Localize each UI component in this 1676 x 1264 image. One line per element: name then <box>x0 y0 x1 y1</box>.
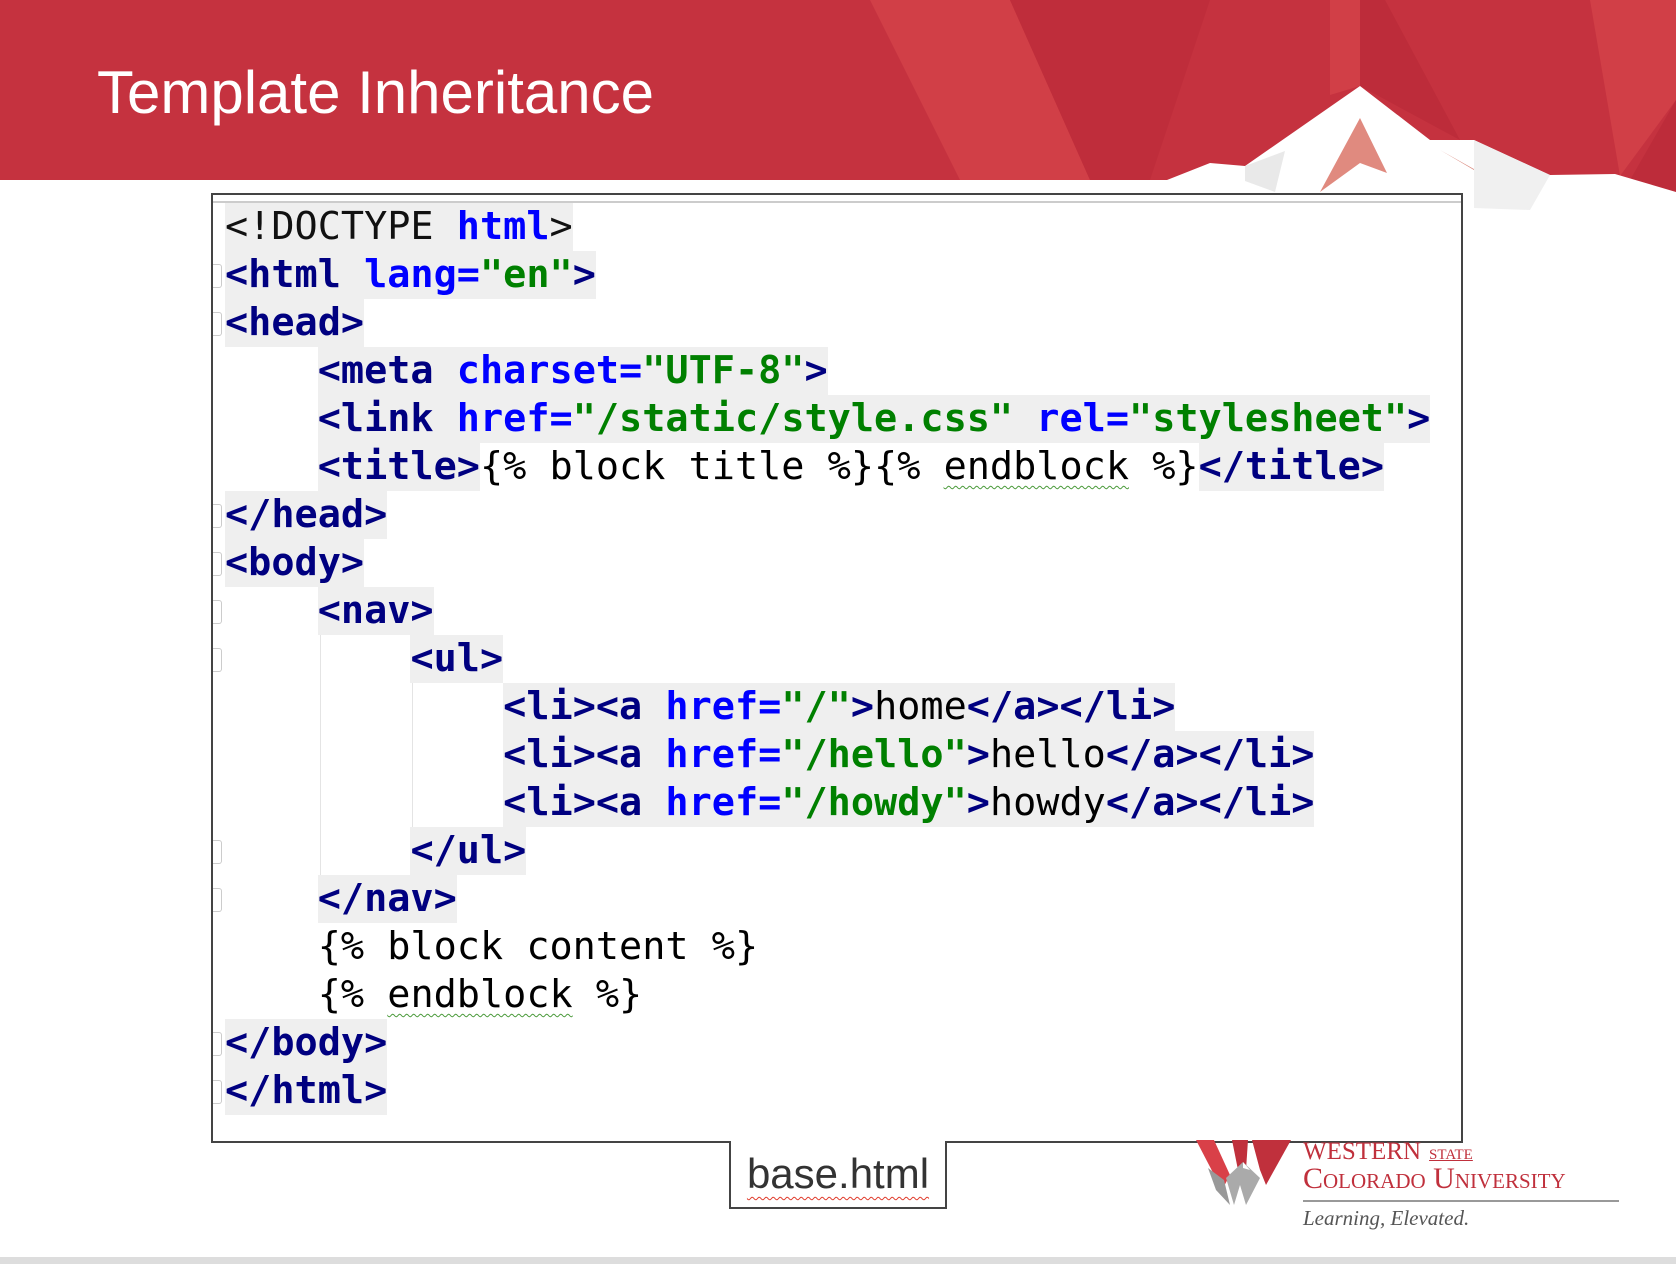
code-token-tag: <body> <box>225 539 365 587</box>
code-token-text: %} <box>1129 444 1199 489</box>
code-line: <body> <box>213 539 1430 587</box>
code-token-tag: > <box>966 779 990 827</box>
fold-marker-icon[interactable] <box>213 264 222 288</box>
code-line: <li><a href="/hello">hello</a></li> <box>225 731 1430 779</box>
code-token-attr: href= <box>665 683 782 731</box>
code-token-tag: </title> <box>1198 443 1384 491</box>
code-token-tag: > <box>1407 395 1431 443</box>
code-token-val: "/" <box>781 683 851 731</box>
code-token-tag: <head> <box>225 299 365 347</box>
code-line: <!DOCTYPE html> <box>225 203 1430 251</box>
fold-marker-icon[interactable] <box>213 648 222 672</box>
code-token-tag: > <box>572 251 596 299</box>
code-lines: <!DOCTYPE html> <html lang="en"> <head> <me… <box>213 203 1431 1115</box>
logo-state: STATE <box>1429 1147 1473 1163</box>
fold-marker-icon[interactable] <box>213 1032 222 1056</box>
indent-guide <box>319 635 321 875</box>
code-token-tag: > <box>850 683 875 731</box>
code-token-text: {% <box>317 972 388 1017</box>
code-line: <li><a href="/">home</a></li> <box>225 683 1430 731</box>
code-token-text: {% block content %} <box>317 924 759 969</box>
code-token-text: hello <box>989 731 1106 779</box>
code-token-tag: <li><a <box>503 683 666 731</box>
fold-marker-icon[interactable] <box>213 552 222 576</box>
w-mountain-logo-icon <box>1196 1140 1291 1205</box>
fold-marker-icon[interactable] <box>213 840 222 864</box>
code-token-val: "en" <box>479 251 573 299</box>
code-token-val: "/howdy" <box>781 779 967 827</box>
fold-marker-icon[interactable] <box>213 1080 222 1104</box>
code-token-tag: <title> <box>317 443 480 491</box>
code-token-tag: > <box>804 347 828 395</box>
code-token-text: home <box>874 683 967 731</box>
code-token-tag: </html> <box>225 1067 388 1115</box>
code-token-tag: <meta <box>317 347 457 395</box>
code-token-attr: href= <box>456 395 573 443</box>
code-line: </ul> <box>213 827 1430 875</box>
code-token-tag: <ul> <box>410 635 504 683</box>
code-token-text: {% block title %}{% <box>479 444 944 489</box>
code-line: <title>{% block title %}{% endblock %}</… <box>225 443 1430 491</box>
code-token-attr: lang= <box>364 251 480 299</box>
code-token-attr: href= <box>665 731 782 779</box>
code-token-tag: <li><a <box>503 731 666 779</box>
code-line: </body> <box>213 1019 1430 1067</box>
code-line: <nav> <box>213 587 1430 635</box>
logo-colorado-university: Colorado University <box>1303 1162 1566 1195</box>
code-token-text: howdy <box>989 779 1106 827</box>
code-line: </html> <box>213 1067 1430 1115</box>
code-line: {% block content %} <box>225 923 1430 971</box>
code-line: </nav> <box>213 875 1430 923</box>
fold-marker-icon[interactable] <box>213 600 222 624</box>
fold-marker-icon[interactable] <box>213 888 222 912</box>
code-line: <head> <box>213 299 1430 347</box>
slide-bottom-bar <box>0 1257 1676 1264</box>
code-token-val: "/static/style.css" <box>572 395 1037 443</box>
code-token-tag: </nav> <box>317 875 457 923</box>
code-token-squig: endblock <box>387 972 573 1017</box>
code-line: <link href="/static/style.css" rel="styl… <box>225 395 1431 443</box>
code-token-attr: html <box>456 203 550 251</box>
code-token-tag: <nav> <box>317 587 434 635</box>
code-token-tag: </head> <box>225 491 388 539</box>
code-line: <meta charset="UTF-8"> <box>225 347 1430 395</box>
university-logo: Western STATE Colorado University Learnin… <box>1196 1138 1636 1240</box>
code-line: {% endblock %} <box>225 971 1430 1019</box>
code-token-squig: endblock <box>943 444 1130 489</box>
fold-marker-icon[interactable] <box>213 504 222 528</box>
code-line: <ul> <box>213 635 1430 683</box>
code-line: </head> <box>213 491 1430 539</box>
code-token-tag: </a></li> <box>1105 779 1315 827</box>
code-token-plain: > <box>549 203 573 251</box>
logo-tagline: Learning, Elevated. <box>1303 1206 1470 1230</box>
code-line: <html lang="en"> <box>213 251 1430 299</box>
code-token-tag: </a></li> <box>1105 731 1315 779</box>
file-name-label: base.html <box>729 1141 947 1209</box>
code-editor-screenshot: <!DOCTYPE html> <html lang="en"> <head> <me… <box>211 193 1463 1143</box>
code-token-tag: <li><a <box>503 779 666 827</box>
code-token-tag: <html <box>225 251 365 299</box>
code-token-tag: </a></li> <box>966 683 1176 731</box>
code-token-tag: </ul> <box>410 827 527 875</box>
code-token-attr: href= <box>665 779 782 827</box>
indent-guide <box>412 683 414 827</box>
fold-marker-icon[interactable] <box>213 312 222 336</box>
code-token-plain: <!DOCTYPE <box>225 203 457 251</box>
code-token-val: "UTF-8" <box>642 347 805 395</box>
slide-title: Template Inheritance <box>97 59 654 126</box>
code-token-attr: rel= <box>1036 395 1130 443</box>
code-token-val: "/hello" <box>781 731 967 779</box>
code-token-val: "stylesheet" <box>1129 395 1408 443</box>
code-token-tag: > <box>966 731 990 779</box>
file-name-text: base.html <box>746 1150 930 1197</box>
logo-divider <box>1303 1200 1619 1202</box>
code-line: <li><a href="/howdy">howdy</a></li> <box>225 779 1430 827</box>
code-token-attr: charset= <box>456 347 643 395</box>
code-token-tag: </body> <box>225 1019 388 1067</box>
code-token-tag: <link <box>317 395 457 443</box>
code-token-text: %} <box>572 972 643 1017</box>
